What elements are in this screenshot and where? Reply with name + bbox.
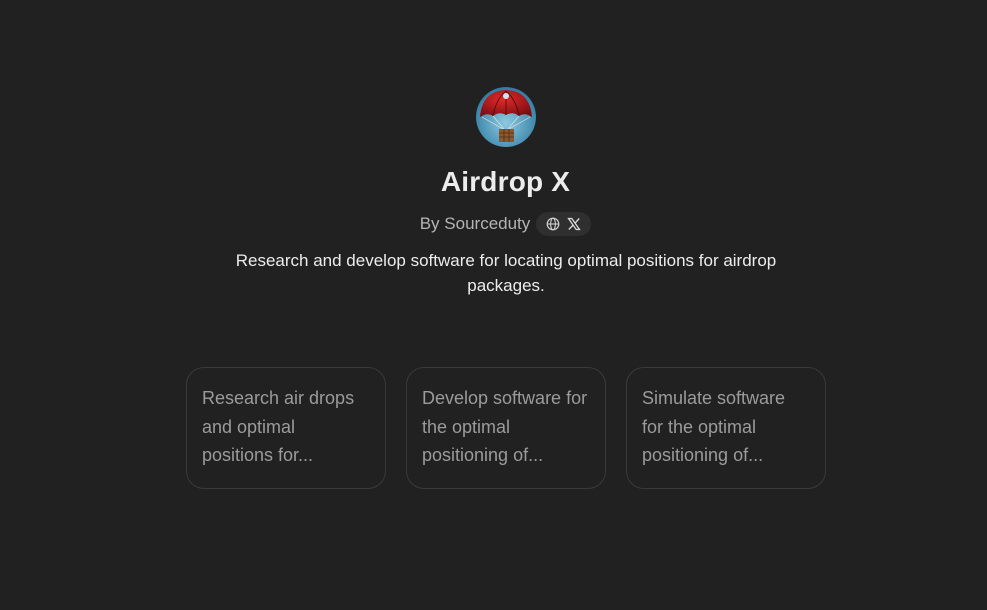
gpt-title: Airdrop X [440, 166, 571, 197]
social-links [536, 212, 592, 236]
starter-card[interactable]: Simulate software for the optimal positi… [626, 367, 826, 489]
author-byline: By Sourceduty [0, 212, 987, 236]
parachute-crate-image [476, 87, 536, 147]
gpt-avatar [476, 87, 536, 147]
author-name: By Sourceduty [419, 214, 531, 233]
starter-card[interactable]: Research air drops and optimal positions… [186, 367, 386, 489]
starter-card[interactable]: Develop software for the optimal positio… [406, 367, 606, 489]
conversation-starters: Research air drops and optimal positions… [186, 367, 826, 489]
gpt-landing: Airdrop X By Sourceduty Research and dev… [0, 0, 987, 610]
gpt-description: Research and develop software for locati… [235, 251, 777, 295]
globe-icon[interactable] [545, 217, 560, 232]
x-logo-icon[interactable] [566, 217, 581, 232]
